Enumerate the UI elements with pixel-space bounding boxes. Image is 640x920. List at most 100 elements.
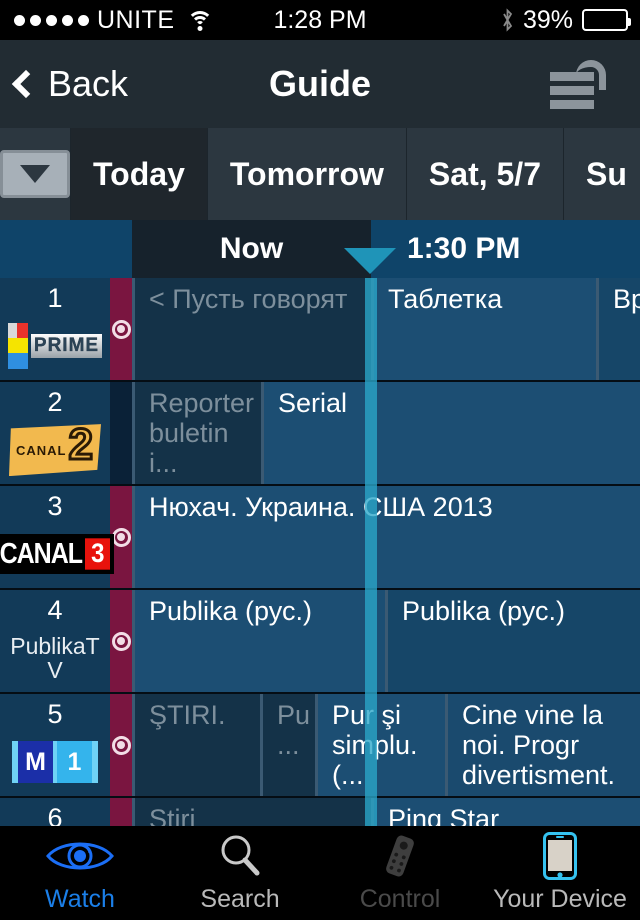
time-header-row: Now 1:30 PM	[0, 220, 640, 278]
bottom-tab-bar: Watch Search Control Your Device	[0, 826, 640, 920]
date-tab-sun[interactable]: Su	[564, 128, 640, 220]
status-bar-right: 39%	[501, 6, 631, 35]
program-lane: ŞTIRI. Pu ... Pur şi simplu. (... Cine v…	[132, 694, 640, 796]
date-tab-label: Tomorrow	[229, 155, 384, 192]
program-title: Publika (рус.)	[402, 596, 565, 626]
tab-label: Control	[359, 884, 441, 913]
channel-logo-prime: PRIME	[0, 312, 110, 380]
date-tab-bar: Today Tomorrow Sat, 5/7 Su	[0, 128, 640, 220]
program-title: Pu ...	[277, 700, 311, 761]
channel-cell[interactable]: 2 CANAL 2	[0, 382, 110, 484]
time-header-corner	[0, 220, 132, 278]
channel-logo-canal3: CANAL 3	[0, 520, 115, 588]
channel-logo-text: PRIME	[30, 334, 103, 359]
channel-number: 4	[47, 595, 63, 625]
program-title: Stiri	[149, 804, 196, 826]
channel-cell[interactable]: 4 PublikaTV	[0, 590, 110, 692]
date-tab-label: Sat, 5/7	[428, 155, 541, 192]
table-row[interactable]: 4 PublikaTV Publika (рус.) Publika (рус.…	[0, 590, 640, 694]
table-row[interactable]: 2 CANAL 2 Reporter buletin i... Serial	[0, 382, 640, 486]
channel-cell[interactable]: 3 CANAL 3	[0, 486, 115, 588]
tab-control[interactable]: Control	[320, 833, 480, 914]
status-bar: UNITE 1:28 PM 39%	[0, 0, 640, 40]
battery-icon	[582, 9, 631, 31]
program-lane: Stiri Ping Star	[132, 798, 640, 826]
program-title: Reporter buletin i...	[149, 388, 255, 479]
remote-control-icon	[378, 833, 422, 879]
guide-grid[interactable]: 1 PRIME < Пусть говорят Таблетка Вре	[0, 278, 640, 826]
program-title: Cine vine la noi. Progr divertisment.	[462, 700, 616, 791]
channel-cell[interactable]: 1 PRIME	[0, 278, 110, 380]
tab-watch[interactable]: Watch	[0, 833, 160, 914]
channel-logo-canal2: CANAL 2	[0, 416, 110, 484]
recording-indicator-off[interactable]	[110, 382, 132, 484]
date-tab-label: Today	[93, 155, 185, 192]
channel-cell[interactable]: 5 M1	[0, 694, 110, 796]
phone-icon	[543, 831, 577, 880]
channel-number: 6	[47, 803, 63, 826]
program-lane: Reporter buletin i... Serial	[132, 382, 640, 484]
program-lane: < Пусть говорят Таблетка Вре	[132, 278, 640, 380]
bluetooth-icon	[501, 8, 514, 32]
playhead-marker-icon	[344, 248, 396, 274]
program-cell[interactable]: Ping Star	[371, 798, 640, 826]
program-cell[interactable]: Таблетка	[371, 278, 596, 380]
tab-label: Search	[200, 884, 280, 913]
program-cell[interactable]: Serial	[261, 382, 640, 484]
tab-search[interactable]: Search	[160, 833, 320, 914]
program-cell[interactable]: Вре	[596, 278, 640, 380]
tv-guide-screen: UNITE 1:28 PM 39% Back Guide Today Tomor…	[0, 0, 640, 920]
program-title: Pur şi simplu. (...	[332, 700, 418, 791]
unlocked-padlock-icon[interactable]	[550, 60, 606, 114]
page-title: Guide	[268, 63, 371, 104]
program-title: Ping Star	[388, 804, 500, 826]
date-tab-label: Su	[585, 155, 627, 192]
time-header-slot: 1:30 PM	[371, 220, 640, 278]
program-lane: Publika (рус.) Publika (рус.)	[132, 590, 640, 692]
table-row[interactable]: 5 M1 ŞTIRI. Pu ... Pur şi simplu. (... C…	[0, 694, 640, 798]
program-title: Serial	[278, 388, 348, 418]
date-tab-tomorrow[interactable]: Tomorrow	[208, 128, 407, 220]
tab-label: Watch	[45, 884, 115, 913]
program-cell[interactable]: ŞTIRI.	[132, 694, 260, 796]
program-lane: Нюхач. Украина. США 2013	[132, 486, 640, 588]
recording-indicator[interactable]	[110, 694, 132, 796]
eye-icon	[45, 833, 115, 879]
table-row[interactable]: 3 CANAL 3 Нюхач. Украина. США 2013	[0, 486, 640, 590]
tab-label: Your Device	[493, 884, 627, 913]
channel-number: 3	[47, 491, 63, 521]
program-cell[interactable]: Publika (рус.)	[385, 590, 640, 692]
navigation-bar: Back Guide	[0, 40, 640, 128]
tab-your-device[interactable]: Your Device	[480, 831, 640, 914]
channel-number: 1	[47, 283, 63, 313]
program-cell[interactable]: Pu ...	[260, 694, 315, 796]
table-row[interactable]: 6 Stiri Ping Star	[0, 798, 640, 826]
program-cell[interactable]: Reporter buletin i...	[132, 382, 261, 484]
dropdown-filter-icon[interactable]	[0, 128, 71, 220]
channel-logo-text: PublikaTV	[10, 633, 100, 684]
channel-cell[interactable]: 6	[0, 798, 110, 826]
program-title: Таблетка	[388, 284, 503, 314]
program-cell[interactable]: Publika (рус.)	[132, 590, 385, 692]
channel-number: 5	[47, 699, 63, 729]
recording-indicator[interactable]	[110, 590, 132, 692]
recording-indicator[interactable]	[110, 798, 132, 826]
table-row[interactable]: 1 PRIME < Пусть говорят Таблетка Вре	[0, 278, 640, 382]
program-cell[interactable]: Pur şi simplu. (...	[315, 694, 445, 796]
program-title: < Пусть говорят	[149, 284, 348, 314]
channel-logo-m1: M1	[0, 728, 110, 796]
program-title: Нюхач. Украина. США 2013	[149, 492, 493, 522]
program-cell[interactable]: Cine vine la noi. Progr divertisment.	[445, 694, 640, 796]
program-title: ŞTIRI.	[149, 700, 226, 730]
program-title: Publika (рус.)	[149, 596, 312, 626]
recording-indicator[interactable]	[110, 278, 132, 380]
program-title: Вре	[613, 284, 640, 314]
program-cell[interactable]: Нюхач. Украина. США 2013	[132, 486, 640, 588]
time-header-now: Now	[132, 220, 371, 278]
channel-logo-publikatv: PublikaTV	[0, 624, 110, 692]
program-cell[interactable]: < Пусть говорят	[132, 278, 371, 380]
magnifier-icon	[217, 833, 263, 879]
date-tab-today[interactable]: Today	[71, 128, 208, 220]
program-cell[interactable]: Stiri	[132, 798, 371, 826]
date-tab-sat[interactable]: Sat, 5/7	[407, 128, 564, 220]
